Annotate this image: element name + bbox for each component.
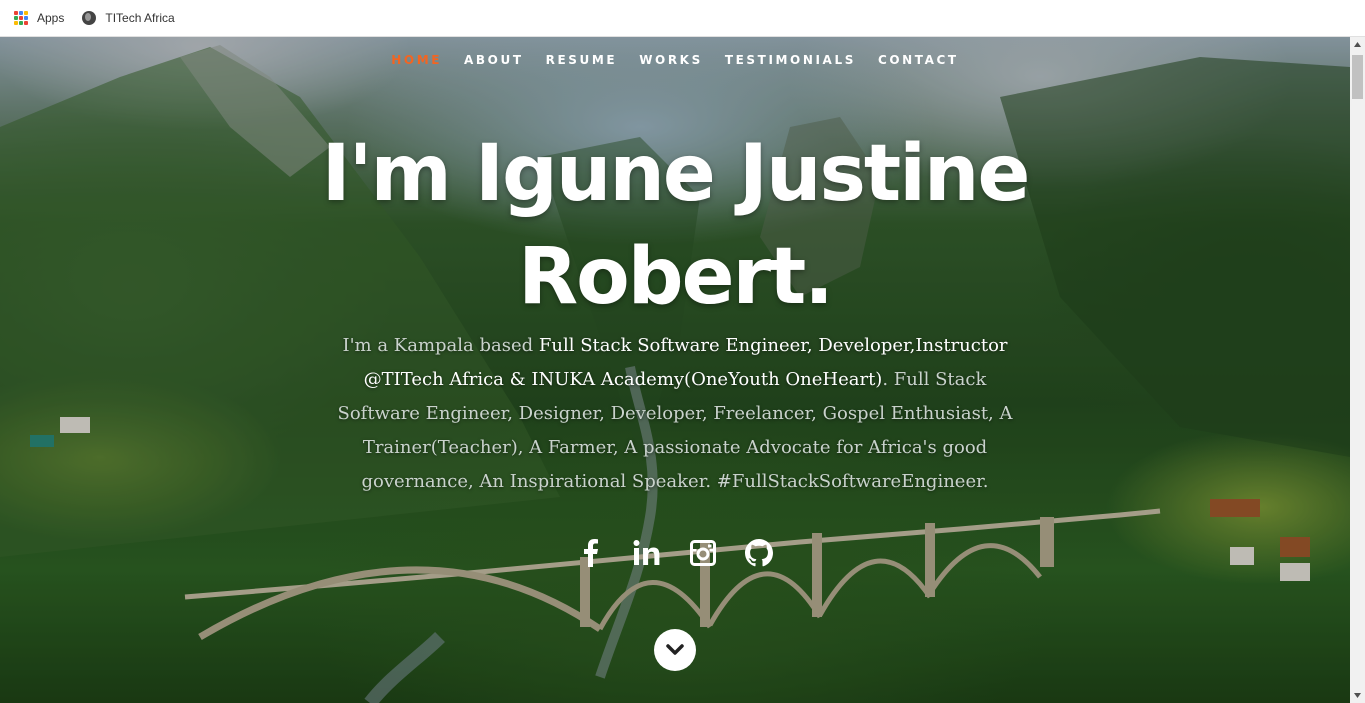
- bookmark-apps[interactable]: Apps: [14, 11, 64, 25]
- facebook-icon: [584, 539, 598, 567]
- social-links: [0, 539, 1350, 567]
- bookmarks-bar: Apps TITech Africa: [0, 0, 1365, 37]
- main-nav: HOME ABOUT RESUME WORKS TESTIMONIALS CON…: [0, 53, 1350, 67]
- page-scrollbar[interactable]: [1350, 37, 1365, 703]
- hero-intro: I'm a Kampala based Full Stack Software …: [330, 329, 1020, 499]
- hero-title-line1: I'm Igune Justine: [321, 129, 1031, 219]
- hero-title-line2: Robert.: [518, 232, 834, 322]
- nav-resume[interactable]: RESUME: [546, 53, 618, 67]
- bookmark-titech-africa[interactable]: TITech Africa: [82, 11, 175, 25]
- scrollbar-thumb[interactable]: [1352, 55, 1363, 99]
- nav-contact[interactable]: CONTACT: [878, 53, 959, 67]
- scroll-up-arrow-icon[interactable]: [1350, 37, 1365, 52]
- instagram-link[interactable]: [689, 539, 717, 567]
- nav-about[interactable]: ABOUT: [464, 53, 524, 67]
- facebook-link[interactable]: [577, 539, 605, 567]
- hero-section: HOME ABOUT RESUME WORKS TESTIMONIALS CON…: [0, 37, 1350, 703]
- globe-icon: [82, 11, 97, 25]
- bookmark-titech-label: TITech Africa: [105, 11, 175, 25]
- linkedin-link[interactable]: [633, 539, 661, 567]
- chevron-down-icon: [666, 644, 684, 655]
- instagram-icon: [690, 540, 716, 566]
- nav-home[interactable]: HOME: [391, 53, 442, 67]
- github-icon: [745, 539, 773, 567]
- linkedin-icon: [633, 540, 660, 565]
- intro-start: I'm a Kampala based: [342, 335, 539, 356]
- nav-works[interactable]: WORKS: [639, 53, 703, 67]
- nav-testimonials[interactable]: TESTIMONIALS: [725, 53, 856, 67]
- github-link[interactable]: [745, 539, 773, 567]
- scroll-down-arrow-icon[interactable]: [1350, 688, 1365, 703]
- hero-title: I'm Igune Justine Robert.: [0, 123, 1350, 329]
- scroll-down-button[interactable]: [654, 629, 696, 671]
- bookmark-apps-label: Apps: [37, 11, 65, 25]
- apps-grid-icon: [14, 11, 28, 25]
